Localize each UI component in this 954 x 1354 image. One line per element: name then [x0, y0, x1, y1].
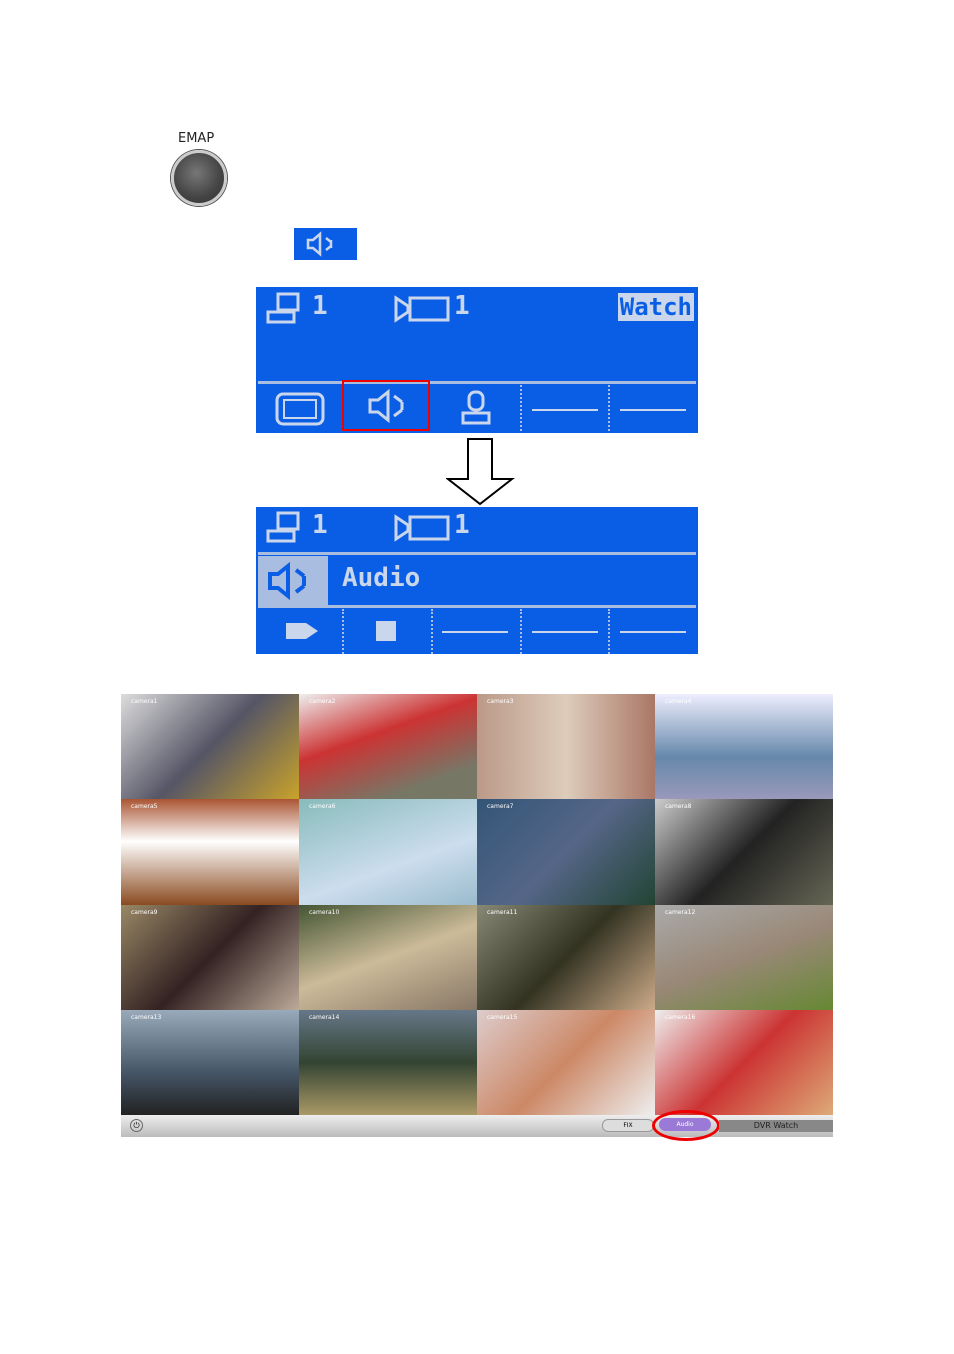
- camera-icon: [394, 514, 450, 542]
- lcd-panel-watch: 1 1 Watch: [256, 287, 698, 433]
- camera-label: camera11: [487, 908, 518, 916]
- camera-view[interactable]: camera16: [655, 1009, 833, 1115]
- power-icon[interactable]: ⏻: [130, 1119, 143, 1132]
- camera-number: 1: [454, 291, 470, 321]
- camera-view[interactable]: camera3: [477, 694, 655, 800]
- audio-button-highlight[interactable]: [342, 380, 430, 431]
- camera-label: camera16: [665, 1013, 696, 1021]
- camera-icon: [394, 295, 450, 323]
- camera-grid: camera1 camera2 camera3 camera4 camera5 camer…: [121, 694, 833, 1115]
- camera-view[interactable]: camera4: [655, 694, 833, 800]
- camera-label: camera14: [309, 1013, 340, 1021]
- play-icon[interactable]: [284, 619, 320, 643]
- camera-view[interactable]: camera8: [655, 799, 833, 905]
- camera-label: camera4: [665, 698, 692, 705]
- camera-number: 1: [454, 510, 470, 540]
- dvr-icon: [266, 511, 300, 543]
- camera-view[interactable]: camera9: [121, 904, 299, 1010]
- camera-label: camera5: [131, 803, 158, 811]
- audio-speaker-icon: [368, 388, 404, 424]
- camera-label: camera2: [309, 698, 336, 705]
- camera-label: camera3: [487, 698, 514, 705]
- camera-label: camera9: [131, 908, 158, 916]
- camera-label: camera12: [665, 908, 696, 916]
- dvr-watch-label: DVR Watch: [719, 1120, 833, 1132]
- camera-view[interactable]: camera11: [477, 904, 655, 1010]
- audio-selected-icon: [258, 556, 328, 606]
- camera-label: camera8: [665, 803, 692, 811]
- emap-label: EMAP: [178, 131, 215, 146]
- highlight-circle: [652, 1110, 720, 1141]
- camera-label: camera13: [131, 1013, 162, 1021]
- dvr-number: 1: [312, 291, 328, 321]
- display-mode-icon[interactable]: [274, 391, 328, 427]
- camera-label: camera7: [487, 803, 514, 811]
- audio-speaker-icon: [294, 228, 357, 260]
- lcd-panel-audio: 1 1 Audio: [256, 507, 698, 654]
- mode-watch: Watch: [617, 293, 694, 321]
- camera-view[interactable]: camera14: [299, 1009, 477, 1115]
- manual-page: EMAP 1 1 Watch 1 1 Audio camera1 camera2 c…: [0, 0, 954, 1354]
- camera-view[interactable]: camera15: [477, 1009, 655, 1115]
- camera-view[interactable]: camera10: [299, 904, 477, 1010]
- camera-view[interactable]: camera6: [299, 799, 477, 905]
- user-icon[interactable]: [456, 389, 496, 429]
- down-arrow-icon: [446, 438, 515, 506]
- camera-view[interactable]: camera13: [121, 1009, 299, 1115]
- camera-label: camera6: [309, 803, 336, 811]
- camera-view[interactable]: camera2: [299, 694, 477, 800]
- camera-label: camera10: [309, 908, 340, 916]
- fix-button[interactable]: FIX: [602, 1119, 654, 1132]
- dvr-icon: [266, 292, 300, 324]
- stop-icon[interactable]: [376, 621, 396, 641]
- emap-knob-button[interactable]: [171, 150, 227, 206]
- dvr-number: 1: [312, 510, 328, 540]
- camera-view[interactable]: camera7: [477, 799, 655, 905]
- camera-label: camera1: [131, 698, 158, 705]
- mode-audio: Audio: [342, 563, 421, 593]
- camera-view[interactable]: camera1: [121, 694, 299, 800]
- camera-view[interactable]: camera5: [121, 799, 299, 905]
- camera-label: camera15: [487, 1013, 518, 1021]
- camera-view[interactable]: camera12: [655, 904, 833, 1010]
